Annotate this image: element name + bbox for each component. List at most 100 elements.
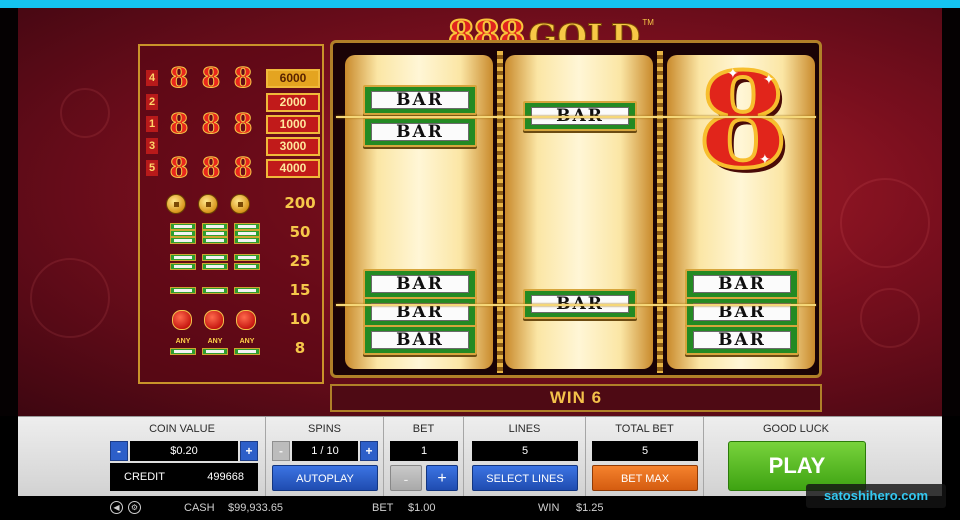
win-status-label: WIN (538, 502, 560, 514)
credit-value: 499668 (207, 471, 244, 483)
win-status-value: $1.25 (576, 502, 604, 514)
bet-minus-button[interactable]: - (390, 465, 422, 491)
spins-section: SPINS - 1 / 10 + AUTOPLAY (266, 417, 384, 497)
eight-symbol: 8 (169, 153, 189, 184)
credit-label: CREDIT (124, 471, 165, 483)
bar-symbol: BAR (363, 85, 477, 115)
bar-icon (202, 230, 228, 237)
bar-icon (234, 223, 260, 230)
line-prize: 3000 (266, 137, 320, 156)
bet-title: BET (412, 423, 435, 435)
bar-label: BAR (371, 123, 469, 141)
bar-symbol: BAR (363, 297, 477, 327)
bar-symbol: BAR (685, 269, 799, 299)
cash-label: CASH (184, 502, 215, 514)
autoplay-button[interactable]: AUTOPLAY (272, 465, 378, 491)
bar-icon (202, 263, 228, 270)
bar-icon (170, 237, 196, 244)
cash-value: $99,933.65 (228, 502, 284, 514)
bar-icon (234, 348, 260, 355)
bar-symbol: BAR (363, 117, 477, 147)
symbol-prize: 200 (284, 194, 316, 212)
paytable-coin-row: 200 (140, 192, 326, 216)
bar-icon (170, 230, 196, 237)
paytable-triple-bar-row: 50 (140, 221, 326, 245)
payline (336, 304, 816, 306)
bar-icon (202, 348, 228, 355)
symbol-prize: 50 (289, 223, 311, 241)
background-swirl (840, 178, 930, 268)
left-border (0, 8, 18, 416)
coin-icon (230, 194, 250, 214)
bar-icon (202, 237, 228, 244)
select-lines-button[interactable]: SELECT LINES (472, 465, 578, 491)
bar-icon (202, 287, 228, 294)
lines-field: 5 (472, 441, 578, 461)
credit-box: CREDIT 499668 (110, 463, 258, 491)
any-label: ANY (175, 338, 191, 345)
coin-value-title: COIN VALUE (149, 423, 215, 435)
reel-2: BAR BAR (505, 55, 653, 369)
game-area: 888 GOLD TM 4 8 8 8 6000 2 2000 1 8 8 8 … (0, 8, 960, 416)
paytable-line-row: 4 8 8 8 6000 (140, 63, 326, 94)
sparkle-icon: ✦ (759, 151, 771, 167)
total-bet-field: 5 (592, 441, 698, 461)
bar-symbol: BAR (363, 269, 477, 299)
lantern-icon (236, 310, 256, 330)
bar-icon (202, 223, 228, 230)
bar-icon (170, 348, 196, 355)
reel-separator (657, 51, 663, 373)
coin-value-minus-button[interactable]: - (110, 441, 128, 461)
bet-status-value: $1.00 (408, 502, 436, 514)
lines-section: LINES 5 SELECT LINES (464, 417, 586, 497)
line-number: 3 (146, 138, 158, 154)
win-display: WIN 6 (330, 384, 822, 412)
symbol-prize: 10 (289, 310, 311, 328)
bar-label: BAR (371, 91, 469, 109)
bet-max-button[interactable]: BET MAX (592, 465, 698, 491)
bar-symbol: BAR (363, 325, 477, 355)
paytable-single-bar-row: 15 (140, 279, 326, 303)
good-luck-title: GOOD LUCK (762, 423, 829, 435)
coin-value-plus-button[interactable]: + (240, 441, 258, 461)
any-label: ANY (239, 338, 255, 345)
line-number: 5 (146, 160, 158, 176)
reel-frame: BAR BAR BAR BAR BAR BAR BAR 8 ✦ ✦ ✦ BAR … (330, 40, 822, 378)
symbol-prize: 15 (289, 281, 311, 299)
lantern-icon (172, 310, 192, 330)
bar-label: BAR (371, 275, 469, 293)
spins-title: SPINS (307, 423, 341, 435)
logo-trademark: TM (642, 18, 654, 27)
bar-icon (170, 263, 196, 270)
spins-minus-button[interactable]: - (272, 441, 290, 461)
bar-icon (170, 254, 196, 261)
sparkle-icon: ✦ (763, 71, 775, 87)
paytable-lantern-row: 10 (140, 308, 326, 332)
background-swirl (60, 88, 110, 138)
paytable-double-bar-row: 25 (140, 250, 326, 274)
bet-status-label: BET (372, 502, 394, 514)
control-panel: COIN VALUE - $0.20 + CREDIT 499668 SPINS… (18, 416, 942, 497)
payline (336, 116, 816, 118)
bar-icon (234, 230, 260, 237)
eight-symbol: 8 (169, 63, 189, 94)
coin-icon (198, 194, 218, 214)
spins-plus-button[interactable]: + (360, 441, 378, 461)
background-swirl (860, 288, 920, 348)
line-prize: 6000 (266, 69, 320, 88)
coin-icon (166, 194, 186, 214)
paytable-line-row: 1 8 8 8 1000 (140, 109, 326, 140)
line-prize: 2000 (266, 93, 320, 112)
reel-3: 8 ✦ ✦ ✦ BAR BAR BAR (667, 54, 815, 369)
bet-section: BET 1 - + (384, 417, 464, 497)
bet-plus-button[interactable]: + (426, 465, 458, 491)
line-prize: 1000 (266, 115, 320, 134)
paytable-any-bar-row: ANY ANY ANY 8 (140, 337, 326, 361)
reel-separator (497, 51, 503, 373)
coin-value-field: $0.20 (130, 441, 238, 461)
lines-title: LINES (508, 423, 541, 435)
line-number: 2 (146, 94, 158, 110)
sound-icon[interactable]: ◀ (110, 501, 123, 514)
settings-icon[interactable]: ⚙ (128, 501, 141, 514)
bar-symbol: BAR (685, 325, 799, 355)
